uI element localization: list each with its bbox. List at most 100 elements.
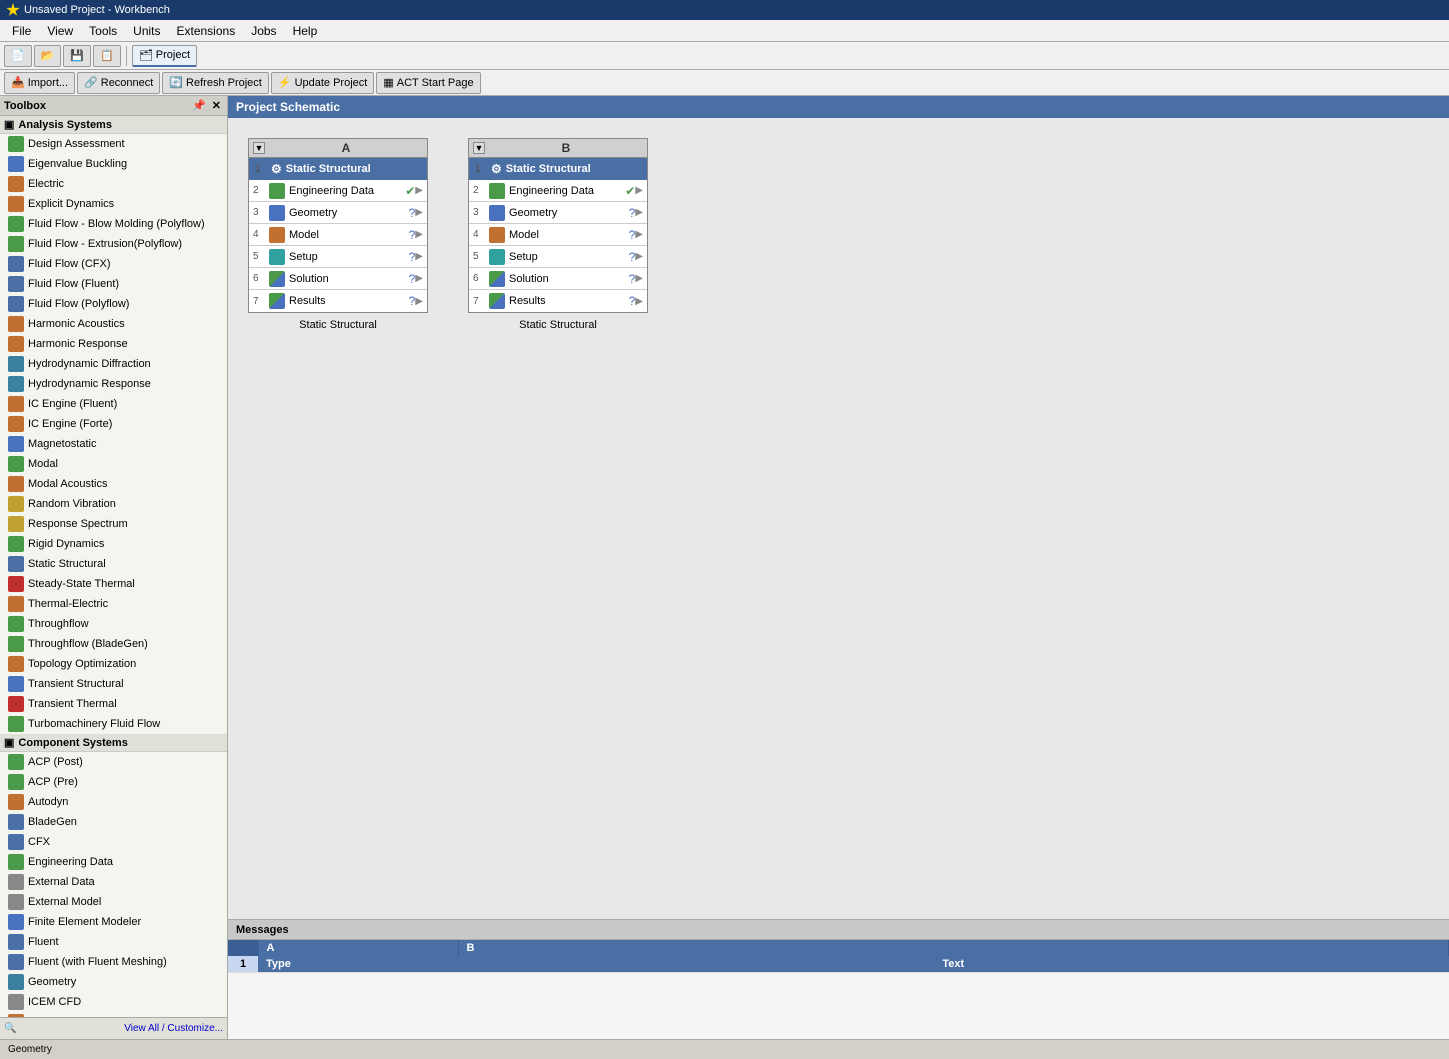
toolbox-item-electric[interactable]: Electric: [0, 174, 227, 194]
toolbox-item-response-spectrum[interactable]: Response Spectrum: [0, 514, 227, 534]
comp-item-icon: [8, 894, 24, 910]
toolbox-item-magnetostatic[interactable]: Magnetostatic: [0, 434, 227, 454]
toolbox-item-transient-thermal[interactable]: Transient Thermal: [0, 694, 227, 714]
system-a-row-4[interactable]: 4 Model ? ▶: [249, 224, 427, 246]
toolbox-item-fluid-flow---blow-molding-polyflow[interactable]: Fluid Flow - Blow Molding (Polyflow): [0, 214, 227, 234]
reconnect-button[interactable]: 🔗 Reconnect: [77, 72, 160, 94]
toolbox-pin-button[interactable]: 📌: [190, 99, 208, 112]
toolbox-item-modal[interactable]: Modal: [0, 454, 227, 474]
comp-item-icon: [8, 874, 24, 890]
section-header-component-systems[interactable]: ▣ Component Systems: [0, 734, 227, 752]
toolbox-item-fluid-flow-fluent[interactable]: Fluid Flow (Fluent): [0, 274, 227, 294]
collapse-a-button[interactable]: ▼: [253, 142, 265, 154]
view-all-link[interactable]: View All / Customize...: [124, 1023, 223, 1034]
toolbox-item-random-vibration[interactable]: Random Vibration: [0, 494, 227, 514]
toolbox-item-turbomachinery-fluid-flow[interactable]: Turbomachinery Fluid Flow: [0, 714, 227, 734]
toolbox-item-explicit-dynamics[interactable]: Explicit Dynamics: [0, 194, 227, 214]
system-a-col-label: A: [269, 141, 423, 155]
system-a-row-7[interactable]: 7 Results ? ▶: [249, 290, 427, 312]
component-item-fluent-with-fluent-meshing[interactable]: Fluent (with Fluent Meshing): [0, 952, 227, 972]
toolbox-item-throughflow[interactable]: Throughflow: [0, 614, 227, 634]
toolbox-item-harmonic-response[interactable]: Harmonic Response: [0, 334, 227, 354]
refresh-icon: 🔄: [169, 76, 183, 89]
item-label: Design Assessment: [28, 138, 125, 150]
toolbox-item-design-assessment[interactable]: Design Assessment: [0, 134, 227, 154]
toolbox-item-transient-structural[interactable]: Transient Structural: [0, 674, 227, 694]
toolbox-item-fluid-flow---extrusionpolyflow[interactable]: Fluid Flow - Extrusion(Polyflow): [0, 234, 227, 254]
toolbox-item-static-structural[interactable]: Static Structural: [0, 554, 227, 574]
status-question-b5: ?: [629, 250, 636, 264]
system-b-row-3[interactable]: 3 Geometry ? ▶: [469, 202, 647, 224]
component-item-finite-element-modeler[interactable]: Finite Element Modeler: [0, 912, 227, 932]
system-a-row-2[interactable]: 2 Engineering Data ✔ ▶: [249, 180, 427, 202]
system-a-row-5[interactable]: 5 Setup ? ▶: [249, 246, 427, 268]
component-item-external-model[interactable]: External Model: [0, 892, 227, 912]
toolbox-item-fluid-flow-cfx[interactable]: Fluid Flow (CFX): [0, 254, 227, 274]
system-a-row-6[interactable]: 6 Solution ? ▶: [249, 268, 427, 290]
component-item-cfx[interactable]: CFX: [0, 832, 227, 852]
row-num-b3: 3: [473, 207, 489, 218]
system-b-row-4[interactable]: 4 Model ? ▶: [469, 224, 647, 246]
toolbox-item-eigenvalue-buckling[interactable]: Eigenvalue Buckling: [0, 154, 227, 174]
item-label: Response Spectrum: [28, 518, 128, 530]
refresh-project-button[interactable]: 🔄 Refresh Project: [162, 72, 269, 94]
item-label: Fluid Flow (CFX): [28, 258, 111, 270]
system-b-row-7[interactable]: 7 Results ? ▶: [469, 290, 647, 312]
menu-tools[interactable]: Tools: [81, 22, 125, 40]
system-b-row-5[interactable]: 5 Setup ? ▶: [469, 246, 647, 268]
act-start-page-button[interactable]: ▦ ACT Start Page: [376, 72, 480, 94]
update-project-button[interactable]: ⚡ Update Project: [271, 72, 374, 94]
toolbox-item-harmonic-acoustics[interactable]: Harmonic Acoustics: [0, 314, 227, 334]
component-item-bladegen[interactable]: BladeGen: [0, 812, 227, 832]
system-b-row7-label: Results: [509, 295, 629, 307]
save-button[interactable]: 💾: [63, 45, 91, 67]
item-label: Steady-State Thermal: [28, 578, 135, 590]
toolbox-item-topology-optimization[interactable]: Topology Optimization: [0, 654, 227, 674]
item-icon: [8, 416, 24, 432]
component-item-acp-post[interactable]: ACP (Post): [0, 752, 227, 772]
component-item-geometry[interactable]: Geometry: [0, 972, 227, 992]
toolbox-item-hydrodynamic-diffraction[interactable]: Hydrodynamic Diffraction: [0, 354, 227, 374]
toolbox-item-ic-engine-forte[interactable]: IC Engine (Forte): [0, 414, 227, 434]
system-b-title-row[interactable]: 1 ⚙ Static Structural: [469, 158, 647, 180]
component-item-autodyn[interactable]: Autodyn: [0, 792, 227, 812]
new-button[interactable]: 📄: [4, 45, 32, 67]
system-a-row-3[interactable]: 3 Geometry ? ▶: [249, 202, 427, 224]
component-item-engineering-data[interactable]: Engineering Data: [0, 852, 227, 872]
toolbox-close-button[interactable]: ✕: [210, 99, 223, 112]
project-tab[interactable]: 🗂 Project: [132, 45, 197, 67]
system-a-title-row[interactable]: 1 ⚙ Static Structural: [249, 158, 427, 180]
menu-file[interactable]: File: [4, 22, 39, 40]
system-b-row-2[interactable]: 2 Engineering Data ✔ ▶: [469, 180, 647, 202]
toolbox-item-fluid-flow-polyflow[interactable]: Fluid Flow (Polyflow): [0, 294, 227, 314]
component-item-fluent[interactable]: Fluent: [0, 932, 227, 952]
system-b-row-6[interactable]: 6 Solution ? ▶: [469, 268, 647, 290]
component-item-external-data[interactable]: External Data: [0, 872, 227, 892]
item-label: Fluid Flow (Fluent): [28, 278, 119, 290]
toolbox-item-hydrodynamic-response[interactable]: Hydrodynamic Response: [0, 374, 227, 394]
toolbox-item-ic-engine-fluent[interactable]: IC Engine (Fluent): [0, 394, 227, 414]
toolbox-item-modal-acoustics[interactable]: Modal Acoustics: [0, 474, 227, 494]
filter-icon[interactable]: 🔍: [4, 1023, 16, 1034]
col-header-a: A: [258, 940, 458, 956]
toolbox-item-steady-state-thermal[interactable]: Steady-State Thermal: [0, 574, 227, 594]
toolbox-item-rigid-dynamics[interactable]: Rigid Dynamics: [0, 534, 227, 554]
menu-view[interactable]: View: [39, 22, 81, 40]
system-a-header: ▼ A: [249, 139, 427, 158]
system-b-name: Static Structural: [519, 319, 597, 331]
open-button[interactable]: 📂: [34, 45, 62, 67]
component-item-acp-pre[interactable]: ACP (Pre): [0, 772, 227, 792]
comp-item-label: ACP (Post): [28, 756, 83, 768]
collapse-b-button[interactable]: ▼: [473, 142, 485, 154]
saveas-button[interactable]: 📋: [93, 45, 121, 67]
subheader-text: Text: [458, 956, 1449, 973]
import-button[interactable]: 📥 Import...: [4, 72, 75, 94]
toolbox-item-thermal-electric[interactable]: Thermal-Electric: [0, 594, 227, 614]
menu-units[interactable]: Units: [125, 22, 168, 40]
toolbox-item-throughflow-bladegen[interactable]: Throughflow (BladeGen): [0, 634, 227, 654]
menu-extensions[interactable]: Extensions: [169, 22, 244, 40]
menu-jobs[interactable]: Jobs: [243, 22, 284, 40]
menu-help[interactable]: Help: [285, 22, 326, 40]
component-item-icem-cfd[interactable]: ICEM CFD: [0, 992, 227, 1012]
section-header-analysis-systems[interactable]: ▣ Analysis Systems: [0, 116, 227, 134]
